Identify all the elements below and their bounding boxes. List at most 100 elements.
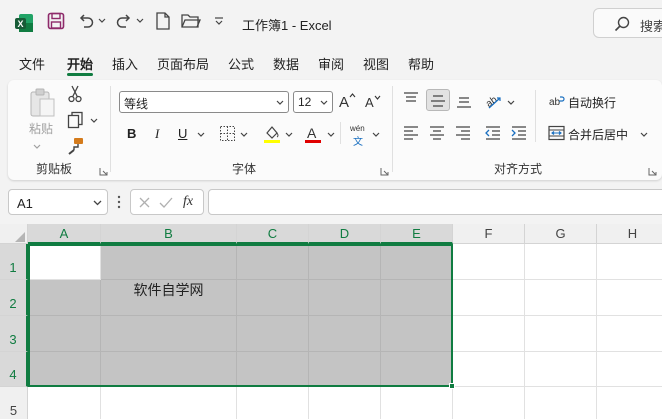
- decrease-indent-icon[interactable]: [484, 125, 502, 141]
- cell-a4[interactable]: [28, 352, 101, 387]
- tab-page-layout[interactable]: 页面布局: [157, 54, 209, 73]
- cell-g3[interactable]: [525, 316, 597, 352]
- tab-view[interactable]: 视图: [363, 54, 389, 73]
- cell-c5[interactable]: [237, 387, 309, 419]
- redo-dropdown-icon[interactable]: [136, 17, 144, 25]
- tab-review[interactable]: 审阅: [318, 54, 344, 73]
- cell-g1[interactable]: [525, 244, 597, 280]
- cancel-entry-icon[interactable]: [138, 196, 151, 209]
- phonetic-dropdown-icon[interactable]: [372, 131, 380, 139]
- font-name-combo[interactable]: 等线: [119, 91, 289, 113]
- alignment-launcher-icon[interactable]: [648, 167, 657, 176]
- column-header-c[interactable]: C: [237, 224, 309, 244]
- cell-d2[interactable]: [309, 280, 381, 316]
- undo-icon[interactable]: [77, 12, 95, 30]
- font-color-icon[interactable]: A: [304, 124, 322, 144]
- cell-h5[interactable]: [597, 387, 662, 419]
- align-center-icon[interactable]: [428, 125, 446, 141]
- cell-d5[interactable]: [309, 387, 381, 419]
- increase-indent-icon[interactable]: [510, 125, 528, 141]
- cell-g4[interactable]: [525, 352, 597, 387]
- paste-icon[interactable]: [27, 88, 57, 118]
- fill-handle[interactable]: [449, 383, 455, 389]
- merge-center-label[interactable]: 合并后居中: [568, 126, 628, 143]
- confirm-entry-icon[interactable]: [159, 196, 173, 209]
- cell-e5[interactable]: [381, 387, 453, 419]
- align-left-icon[interactable]: [402, 125, 420, 141]
- cell-b4[interactable]: [101, 352, 237, 387]
- search-box[interactable]: 搜索: [593, 8, 662, 38]
- column-header-a[interactable]: A: [28, 224, 101, 244]
- cell-b1[interactable]: [101, 244, 237, 280]
- merge-dropdown-icon[interactable]: [640, 131, 648, 139]
- fill-color-icon[interactable]: [263, 124, 281, 144]
- tab-insert[interactable]: 插入: [112, 54, 138, 73]
- cut-icon[interactable]: [67, 85, 83, 103]
- row-header-1[interactable]: 1: [0, 244, 28, 280]
- clipboard-launcher-icon[interactable]: [99, 167, 108, 176]
- borders-icon[interactable]: [219, 125, 236, 142]
- new-file-icon[interactable]: [155, 12, 171, 30]
- cell-h2[interactable]: [597, 280, 662, 316]
- bold-button[interactable]: B: [127, 126, 136, 141]
- cell-a3[interactable]: [28, 316, 101, 352]
- tab-home[interactable]: 开始: [67, 54, 93, 73]
- align-middle-button[interactable]: [426, 89, 450, 111]
- align-bottom-icon[interactable]: [455, 93, 473, 109]
- tab-file[interactable]: 文件: [19, 54, 45, 73]
- borders-dropdown-icon[interactable]: [240, 131, 248, 139]
- underline-button[interactable]: U: [178, 126, 187, 141]
- copy-icon[interactable]: [67, 111, 85, 129]
- merge-center-icon[interactable]: [548, 125, 565, 141]
- cell-a1[interactable]: [28, 244, 101, 280]
- row-header-2[interactable]: 2: [0, 280, 28, 316]
- font-launcher-icon[interactable]: [380, 167, 389, 176]
- decrease-font-size-icon[interactable]: A: [364, 93, 382, 111]
- cell-c3[interactable]: [237, 316, 309, 352]
- open-folder-icon[interactable]: [181, 12, 201, 30]
- cell-f4[interactable]: [453, 352, 525, 387]
- phonetic-guide-char[interactable]: 文: [353, 133, 363, 148]
- cell-f3[interactable]: [453, 316, 525, 352]
- cell-e2[interactable]: [381, 280, 453, 316]
- cell-b5[interactable]: [101, 387, 237, 419]
- undo-dropdown-icon[interactable]: [98, 17, 106, 25]
- column-header-f[interactable]: F: [453, 224, 525, 244]
- format-painter-icon[interactable]: [67, 137, 85, 155]
- tab-formulas[interactable]: 公式: [228, 54, 254, 73]
- worksheet-grid[interactable]: A B C D E F G H 1 2 3 4 5 软件自学网: [0, 224, 662, 419]
- copy-dropdown-icon[interactable]: [90, 117, 98, 125]
- align-top-icon[interactable]: [402, 91, 420, 107]
- cell-g5[interactable]: [525, 387, 597, 419]
- customize-qat-icon[interactable]: [214, 16, 224, 26]
- row-header-3[interactable]: 3: [0, 316, 28, 352]
- formula-input[interactable]: [208, 189, 662, 215]
- orientation-dropdown-icon[interactable]: [507, 99, 515, 107]
- cell-h1[interactable]: [597, 244, 662, 280]
- align-right-icon[interactable]: [454, 125, 472, 141]
- font-color-dropdown-icon[interactable]: [327, 131, 335, 139]
- row-header-5[interactable]: 5: [0, 387, 28, 419]
- column-header-g[interactable]: G: [525, 224, 597, 244]
- paste-dropdown-icon[interactable]: [32, 143, 42, 151]
- phonetic-guide-top[interactable]: wén: [350, 124, 365, 133]
- save-icon[interactable]: [47, 12, 65, 30]
- tab-data[interactable]: 数据: [273, 54, 299, 73]
- more-options-icon[interactable]: [116, 194, 122, 210]
- wrap-text-icon[interactable]: ab: [549, 93, 565, 109]
- cell-e1[interactable]: [381, 244, 453, 280]
- cell-d1[interactable]: [309, 244, 381, 280]
- name-box[interactable]: A1: [8, 189, 108, 215]
- cell-d3[interactable]: [309, 316, 381, 352]
- italic-button[interactable]: I: [155, 126, 159, 142]
- cell-c1[interactable]: [237, 244, 309, 280]
- cell-e3[interactable]: [381, 316, 453, 352]
- column-header-d[interactable]: D: [309, 224, 381, 244]
- select-all-corner[interactable]: [0, 224, 28, 244]
- cell-c2[interactable]: [237, 280, 309, 316]
- fill-color-dropdown-icon[interactable]: [285, 131, 293, 139]
- cell-h4[interactable]: [597, 352, 662, 387]
- column-header-h[interactable]: H: [597, 224, 662, 244]
- orientation-icon[interactable]: ab: [485, 92, 503, 110]
- cell-f2[interactable]: [453, 280, 525, 316]
